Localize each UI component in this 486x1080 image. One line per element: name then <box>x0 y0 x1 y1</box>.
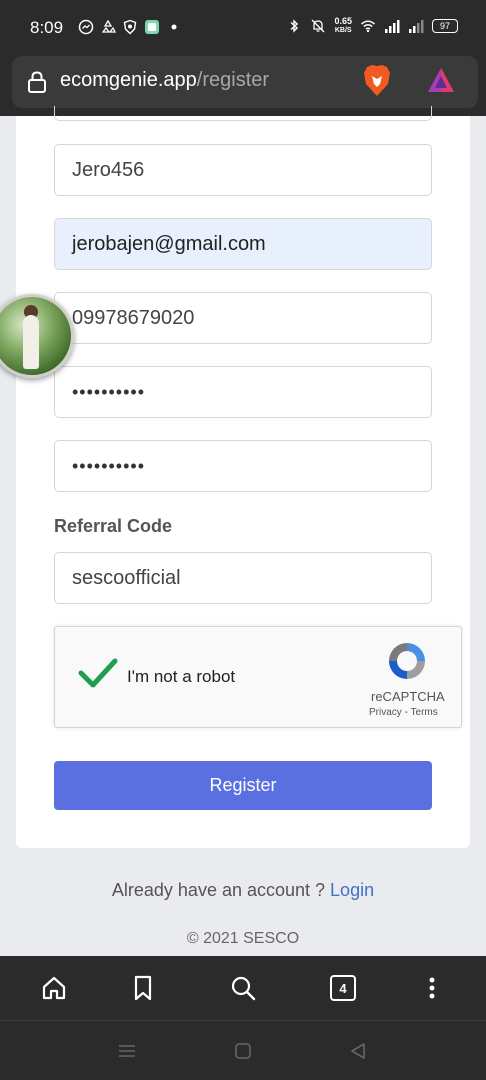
menu-button[interactable] <box>416 972 448 1004</box>
phone-value: 09978679020 <box>72 306 195 329</box>
bluetooth-icon <box>290 19 299 33</box>
url-path: /register <box>196 69 270 91</box>
recents-button[interactable] <box>117 1041 137 1061</box>
referral-code-value: sescoofficial <box>72 566 181 589</box>
password-field[interactable]: •••••••••• <box>54 366 432 418</box>
referral-code-label: Referral Code <box>54 516 173 536</box>
recaptcha-logo-icon <box>389 643 425 679</box>
name-field-partial[interactable] <box>54 106 432 121</box>
back-triangle-icon <box>351 1043 365 1059</box>
tab-count: 4 <box>330 975 356 1001</box>
signal-icon-2 <box>409 20 424 33</box>
phone-field[interactable]: 09978679020 <box>54 292 432 344</box>
shield-icon <box>123 19 137 35</box>
avatar-figure <box>23 315 39 369</box>
search-icon <box>231 976 256 1001</box>
recents-icon <box>119 1045 135 1057</box>
password-value: •••••••••• <box>72 381 146 402</box>
url-text[interactable]: ecomgenie.app/register <box>60 69 269 92</box>
recaptcha-links: Privacy - Terms <box>369 707 438 718</box>
recaptcha-widget: I'm not a robot reCAPTCHA Privacy - Term… <box>54 626 462 728</box>
confirm-password-field[interactable]: •••••••••• <box>54 440 432 492</box>
back-button[interactable] <box>348 1041 368 1061</box>
home-button[interactable] <box>38 972 70 1004</box>
register-card: Jero456 jerobajen@gmail.com 09978679020 … <box>16 106 470 848</box>
link-separator: - <box>401 707 411 718</box>
login-link[interactable]: Login <box>330 880 374 900</box>
system-nav-bar <box>0 1020 486 1080</box>
brave-shields-icon[interactable] <box>362 64 392 98</box>
lock-icon[interactable] <box>26 70 48 94</box>
privacy-link[interactable]: Privacy <box>369 707 402 718</box>
bookmarks-button[interactable] <box>127 972 159 1004</box>
url-host: ecomgenie.app <box>60 69 197 91</box>
username-value: Jero456 <box>72 158 145 181</box>
search-button[interactable] <box>227 972 259 1004</box>
dot-icon <box>171 24 177 30</box>
copyright: © 2021 SESCO <box>186 930 300 947</box>
status-time: 8:09 <box>30 18 64 37</box>
login-prompt-text: Already have an account ? <box>111 880 331 900</box>
notification-icons <box>78 19 182 35</box>
messenger-icon <box>78 19 94 35</box>
status-bar: 8:09 0.65 KB/S 97 <box>0 0 486 56</box>
network-speed-unit: KB/S <box>334 27 352 34</box>
email-field[interactable]: jerobajen@gmail.com <box>54 218 432 270</box>
network-speed: 0.65 KB/S <box>334 17 352 35</box>
browser-toolbar: 4 <box>0 956 486 1020</box>
recycle-icon <box>101 19 116 33</box>
wifi-icon <box>361 20 375 33</box>
username-field[interactable]: Jero456 <box>54 144 432 196</box>
network-speed-value: 0.65 <box>334 16 352 26</box>
battery-level: 97 <box>439 21 450 31</box>
register-button[interactable]: Register <box>54 761 432 810</box>
mute-icon <box>312 19 325 33</box>
bookmark-icon <box>134 975 152 1001</box>
battery-icon: 97 <box>432 19 458 33</box>
brave-rewards-icon[interactable] <box>426 66 456 94</box>
confirm-password-value: •••••••••• <box>72 455 146 476</box>
more-vert-icon <box>429 977 435 999</box>
captcha-label[interactable]: I'm not a robot <box>127 667 235 687</box>
address-bar[interactable]: ecomgenie.app/register <box>12 56 478 108</box>
recaptcha-brand: reCAPTCHA <box>371 689 445 704</box>
email-value: jerobajen@gmail.com <box>72 232 266 255</box>
terms-link[interactable]: Terms <box>411 707 438 718</box>
tabs-button[interactable]: 4 <box>327 972 359 1004</box>
checkmark-icon[interactable] <box>77 655 119 691</box>
home-icon <box>42 976 66 1000</box>
login-prompt: Already have an account ? Login <box>0 880 486 901</box>
home-nav-button[interactable] <box>233 1041 253 1061</box>
app-icon <box>145 20 159 34</box>
square-icon <box>235 1043 251 1059</box>
referral-code-field[interactable]: sescoofficial <box>54 552 432 604</box>
system-status: 0.65 KB/S 97 <box>286 17 458 35</box>
signal-icon <box>385 20 400 33</box>
